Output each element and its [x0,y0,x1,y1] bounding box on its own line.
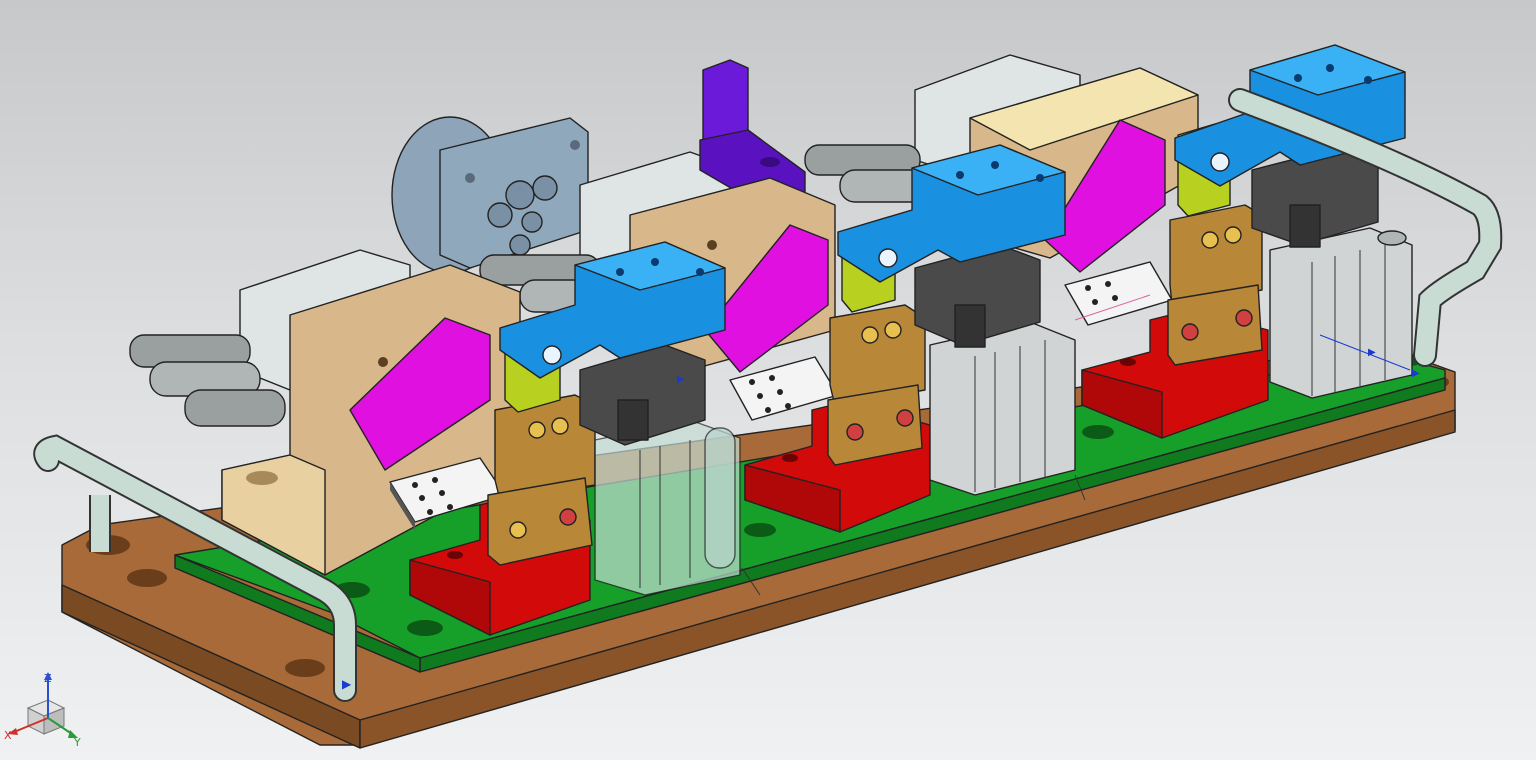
cad-3d-viewport[interactable]: ▶ ▶ ▶ ▶ Z X Y [0,0,1536,760]
svg-text:▶: ▶ [1412,368,1420,379]
svg-text:▶: ▶ [677,374,685,385]
round-flange-motor[interactable] [391,116,589,274]
z-axis-label: Z [44,672,52,685]
fixture-assembly-model[interactable]: ▶ ▶ ▶ ▶ [0,0,1536,760]
x-axis-label: X [4,729,12,742]
clamp-cylinder-middle[interactable] [929,321,1076,496]
view-orientation-triad[interactable]: Z X Y [0,668,92,760]
clamp-cylinder-left[interactable] [594,419,741,596]
brass-locator-middle[interactable] [827,304,926,466]
brass-locator-right[interactable] [1167,204,1263,366]
clamp-cylinder-right[interactable] [1269,227,1413,399]
svg-text:▶: ▶ [342,677,352,691]
brass-locator-left[interactable] [487,394,596,566]
y-axis-label: Y [73,736,81,749]
